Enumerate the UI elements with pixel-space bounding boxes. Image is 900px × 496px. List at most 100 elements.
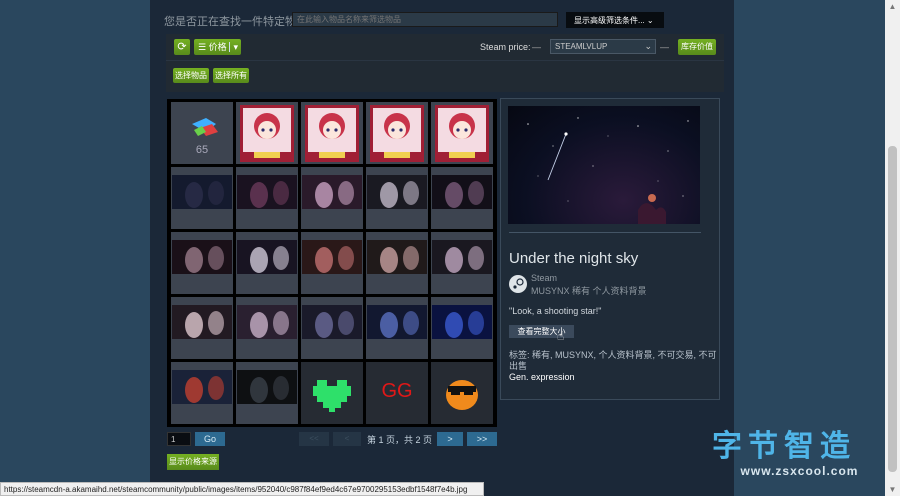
item-preview-image[interactable] — [508, 106, 700, 224]
inventory-item-background[interactable] — [301, 232, 363, 294]
inventory-item-background[interactable] — [431, 297, 493, 359]
profile-background-thumb — [367, 175, 427, 209]
inventory-item-background[interactable] — [366, 232, 428, 294]
price-sort-button[interactable]: ☰ 价格 ▾ — [194, 39, 241, 55]
profile-background-thumb — [302, 305, 362, 339]
profile-background-thumb — [172, 240, 232, 274]
profile-background-thumb — [237, 240, 297, 274]
scroll-up-icon[interactable]: ▲ — [888, 2, 897, 11]
steam-price-label: Steam price: — [480, 42, 531, 52]
heart-emoticon-icon — [313, 380, 351, 412]
profile-background-thumb — [237, 175, 297, 209]
inventory-item-card[interactable] — [366, 102, 428, 164]
inventory-item-background[interactable] — [236, 297, 298, 359]
price-sort-label: 价格 — [208, 42, 227, 52]
trading-card-art — [435, 105, 489, 162]
inventory-item-emoticon-heart[interactable] — [301, 362, 363, 424]
chevron-down-icon: ⌄ — [646, 16, 654, 25]
inventory-item-gems[interactable]: 65 — [171, 102, 233, 164]
cool-sunglasses-emoticon-icon — [446, 380, 478, 410]
first-page-button[interactable]: << — [299, 432, 329, 446]
scroll-down-icon[interactable]: ▼ — [888, 485, 897, 494]
refresh-button[interactable]: ⟳ — [174, 39, 190, 55]
profile-background-thumb — [237, 370, 297, 404]
inventory-item-background[interactable] — [301, 167, 363, 229]
night-sky-artwork — [527, 117, 689, 224]
inventory-item-background[interactable] — [171, 362, 233, 424]
profile-background-thumb — [367, 305, 427, 339]
watermark-url: www.zsxcool.com — [740, 464, 859, 478]
inventory-item-background[interactable] — [366, 297, 428, 359]
inventory-toolbar: ⟳ ☰ 价格 ▾ Steam price: — STEAMLVLUP ⌄ — 库… — [166, 34, 724, 92]
select-all-button[interactable]: 选择所有 — [213, 68, 249, 83]
inventory-item-card[interactable] — [236, 102, 298, 164]
toolbar-divider — [166, 60, 724, 61]
inventory-item-background[interactable] — [236, 167, 298, 229]
hand-pointer-icon: ☝ — [557, 329, 565, 343]
page-number-input[interactable] — [167, 432, 191, 446]
inventory-item-card[interactable] — [431, 102, 493, 164]
profile-background-thumb — [172, 305, 232, 339]
inventory-item-background[interactable] — [366, 167, 428, 229]
last-page-button[interactable]: >> — [467, 432, 497, 446]
item-tags: 标签: 稀有, MUSYNX, 个人资料背景, 不可交易, 不可出售 — [509, 350, 717, 371]
refresh-icon: ⟳ — [177, 41, 187, 53]
steam-price-select[interactable]: STEAMLVLUP ⌄ — [550, 39, 656, 54]
profile-background-thumb — [432, 305, 492, 339]
chevron-down-icon: ⌄ — [644, 41, 652, 51]
dash-separator: — — [532, 42, 541, 52]
dash-separator: — — [660, 42, 669, 52]
profile-background-thumb — [172, 370, 232, 404]
profile-background-thumb — [367, 240, 427, 274]
advanced-filter-label: 显示高级筛选条件... — [574, 16, 645, 25]
caret-down-icon: ▾ — [233, 42, 238, 52]
page-indicator: 第 1 页，共 2 页 — [367, 435, 433, 445]
sort-list-icon: ☰ — [198, 42, 209, 52]
advanced-filter-button[interactable]: 显示高级筛选条件... ⌄ — [566, 12, 664, 28]
show-price-source-button[interactable]: 显示价格来源 — [167, 454, 219, 470]
status-bar-url: https://steamcdn-a.akamaihd.net/steamcom… — [0, 482, 484, 496]
inventory-item-background[interactable] — [171, 297, 233, 359]
item-description: "Look, a shooting star!" — [509, 306, 602, 316]
inventory-item-emoticon-cool[interactable] — [431, 362, 493, 424]
scrollbar-thumb[interactable] — [888, 146, 897, 472]
inventory-item-emoticon-gg[interactable]: GG — [366, 362, 428, 424]
item-type: MUSYNX 稀有 个人资料背景 — [531, 286, 647, 296]
profile-background-thumb — [432, 240, 492, 274]
inventory-item-background[interactable] — [431, 167, 493, 229]
button-divider — [229, 42, 230, 52]
prev-page-button[interactable]: < — [333, 432, 361, 446]
item-game: Steam — [531, 273, 558, 283]
item-count: 65 — [195, 144, 209, 156]
search-label: 您是否正在查找一件特定物品? — [164, 16, 314, 28]
trading-card-art — [240, 105, 294, 162]
gg-emoticon-text: GG — [381, 380, 413, 402]
item-title: Under the night sky — [509, 250, 639, 267]
search-input[interactable] — [292, 12, 558, 27]
watermark-title: 字节智造 — [712, 430, 856, 463]
profile-background-thumb — [237, 305, 297, 339]
next-page-button[interactable]: > — [437, 432, 463, 446]
detail-divider — [509, 232, 701, 233]
profile-background-thumb — [302, 175, 362, 209]
inventory-item-background[interactable] — [301, 297, 363, 359]
steam-logo-icon — [509, 275, 527, 293]
inventory-grid: 65 GG — [167, 99, 497, 427]
inventory-item-card[interactable] — [301, 102, 363, 164]
inventory-value-button[interactable]: 库存价值 — [678, 39, 716, 55]
profile-background-thumb — [302, 240, 362, 274]
inventory-item-background[interactable] — [431, 232, 493, 294]
vertical-scrollbar[interactable]: ▲ ▼ — [885, 0, 900, 496]
inventory-item-background[interactable] — [236, 362, 298, 424]
item-detail-panel: Under the night sky Steam MUSYNX 稀有 个人资料… — [500, 98, 720, 400]
trading-card-art — [305, 105, 359, 162]
go-button[interactable]: Go — [195, 432, 225, 446]
gen-expression-text: Gen. expression — [509, 372, 575, 382]
profile-background-thumb — [172, 175, 232, 209]
profile-background-thumb — [432, 175, 492, 209]
inventory-item-background[interactable] — [171, 232, 233, 294]
select-items-button[interactable]: 选择物品 — [173, 68, 209, 83]
trading-card-art — [370, 105, 424, 162]
inventory-item-background[interactable] — [171, 167, 233, 229]
inventory-item-background[interactable] — [236, 232, 298, 294]
